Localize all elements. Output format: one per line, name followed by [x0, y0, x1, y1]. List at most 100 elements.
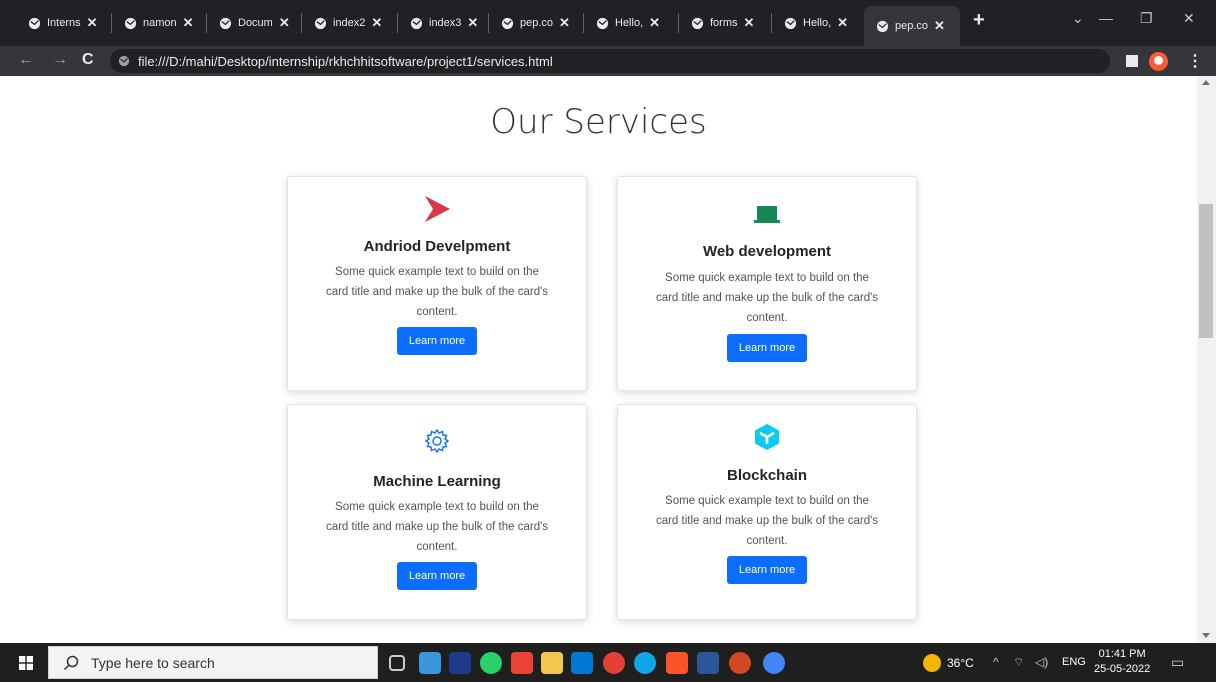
windows-start-icon[interactable]: [19, 656, 33, 670]
learn-more-button[interactable]: Learn more: [727, 556, 807, 584]
card-title: Andriod Develpment: [363, 238, 511, 255]
service-card: Blockchain Some quick example text to bu…: [617, 404, 917, 620]
globe-icon: [876, 20, 889, 32]
card-text: Some quick example text to build on the …: [325, 501, 549, 553]
reload-icon[interactable]: C: [82, 51, 94, 69]
browser-toolbar: ← → C file:///D:/mahi/Desktop/internship…: [0, 46, 1216, 76]
tray-chevron-icon[interactable]: ^: [993, 655, 999, 669]
word-icon[interactable]: [697, 652, 719, 674]
close-tab-icon[interactable]: ✕: [279, 15, 290, 31]
clock-date: 25-05-2022: [1094, 663, 1151, 675]
card-text: Some quick example text to build on the …: [325, 266, 549, 318]
close-tab-icon[interactable]: ✕: [934, 18, 945, 34]
minimize-window-icon[interactable]: —: [1099, 10, 1113, 26]
volume-icon[interactable]: ◁): [1035, 655, 1048, 669]
taskbar-clock[interactable]: 01:41 PM 25-05-2022: [1094, 647, 1150, 677]
tab-label: index3: [429, 17, 462, 29]
browser-tab[interactable]: forms ✕: [679, 0, 772, 46]
browser-tab-strip: Interns ✕ namon ✕ Docum ✕ index2 ✕ index…: [0, 0, 1216, 46]
close-tab-icon[interactable]: ✕: [744, 15, 755, 31]
scroll-up-arrow-icon[interactable]: [1202, 80, 1210, 85]
browser-tab[interactable]: namon ✕: [112, 0, 207, 46]
globe-icon: [784, 17, 797, 29]
new-tab-button[interactable]: +: [973, 9, 985, 32]
clock-time: 01:41 PM: [1098, 648, 1146, 660]
restore-window-icon[interactable]: ❐: [1140, 10, 1153, 27]
close-tab-icon[interactable]: ✕: [87, 15, 98, 31]
page-viewport: Our Services Andriod Develpment Some qui…: [0, 76, 1197, 643]
temperature: 36°C: [947, 656, 974, 670]
browser-tab[interactable]: index2 ✕: [302, 0, 398, 46]
weather-icon[interactable]: [923, 654, 941, 672]
service-card: Web development Some quick example text …: [617, 176, 917, 391]
card-title: Blockchain: [726, 467, 808, 484]
whatsapp-icon[interactable]: [480, 652, 502, 674]
browser-tab[interactable]: Interns ✕: [16, 0, 112, 46]
service-card: Machine Learning Some quick example text…: [287, 404, 587, 620]
office-app-icon[interactable]: [511, 652, 533, 674]
search-placeholder: Type here to search: [91, 654, 215, 671]
forward-arrow-icon[interactable]: →: [52, 51, 68, 69]
globe-icon: [410, 17, 423, 29]
tab-label: pep.co: [895, 20, 929, 32]
tab-label: Hello,: [615, 17, 644, 29]
tab-label: Docum: [238, 17, 273, 29]
edge-icon[interactable]: [634, 652, 656, 674]
page-title: Our Services: [490, 102, 707, 142]
scrollbar-thumb[interactable]: [1199, 204, 1213, 338]
tab-search-chevron-icon[interactable]: ⌄: [1072, 10, 1084, 27]
taskbar-search-box[interactable]: Type here to search: [48, 646, 378, 679]
powerpoint-icon[interactable]: [729, 652, 751, 674]
url-text: file:///D:/mahi/Desktop/internship/rkhch…: [138, 53, 553, 69]
more-menu-icon[interactable]: ⋮: [1187, 51, 1203, 71]
browser-tab-active[interactable]: pep.co ✕: [864, 6, 960, 46]
dev-app-icon[interactable]: [449, 652, 471, 674]
laptop-icon: [618, 204, 916, 226]
close-tab-icon[interactable]: ✕: [559, 15, 570, 31]
globe-icon: [118, 55, 130, 67]
play-store-icon: [288, 194, 586, 224]
tab-label: namon: [143, 17, 177, 29]
scroll-down-arrow-icon[interactable]: [1202, 633, 1210, 638]
globe-icon: [691, 17, 704, 29]
gear-icon: [288, 428, 586, 454]
browser-tab[interactable]: Hello, ✕: [584, 0, 679, 46]
close-tab-icon[interactable]: ✕: [467, 15, 478, 31]
tab-label: forms: [710, 17, 738, 29]
brave-icon[interactable]: [666, 652, 688, 674]
learn-more-button[interactable]: Learn more: [397, 562, 477, 590]
close-tab-icon[interactable]: ✕: [183, 15, 194, 31]
close-window-icon[interactable]: ✕: [1183, 10, 1195, 27]
help-icon[interactable]: [763, 652, 785, 674]
search-icon: [63, 655, 79, 670]
globe-icon: [28, 17, 41, 29]
language-indicator[interactable]: ENG: [1062, 656, 1086, 668]
service-card: Andriod Develpment Some quick example te…: [287, 176, 587, 391]
browser-tab[interactable]: Hello, ✕: [772, 0, 864, 46]
close-tab-icon[interactable]: ✕: [837, 15, 848, 31]
vscode-icon[interactable]: [571, 652, 593, 674]
close-tab-icon[interactable]: ✕: [371, 15, 382, 31]
chrome-icon[interactable]: [603, 652, 625, 674]
wifi-icon[interactable]: ⌔: [1013, 655, 1024, 670]
tab-label: index2: [333, 17, 366, 29]
notification-icon[interactable]: ▭: [1171, 654, 1184, 671]
learn-more-button[interactable]: Learn more: [397, 327, 477, 355]
address-bar[interactable]: file:///D:/mahi/Desktop/internship/rkhch…: [110, 49, 1110, 73]
file-explorer-icon[interactable]: [541, 652, 563, 674]
photos-app-icon[interactable]: [419, 652, 441, 674]
browser-tab[interactable]: index3 ✕: [398, 0, 489, 46]
tab-label: Hello,: [803, 17, 832, 29]
browser-tab[interactable]: Docum ✕: [207, 0, 302, 46]
tab-label: pep.co: [520, 17, 554, 29]
profile-avatar[interactable]: [1149, 52, 1168, 71]
tab-label: Interns: [47, 17, 81, 29]
task-view-icon[interactable]: [389, 655, 405, 671]
extension-icon[interactable]: [1126, 55, 1138, 67]
back-arrow-icon[interactable]: ←: [18, 51, 34, 69]
page-scrollbar[interactable]: [1197, 76, 1216, 643]
close-tab-icon[interactable]: ✕: [649, 15, 660, 31]
browser-tab[interactable]: pep.co ✕: [489, 0, 584, 46]
globe-icon: [596, 17, 609, 29]
learn-more-button[interactable]: Learn more: [727, 334, 807, 362]
